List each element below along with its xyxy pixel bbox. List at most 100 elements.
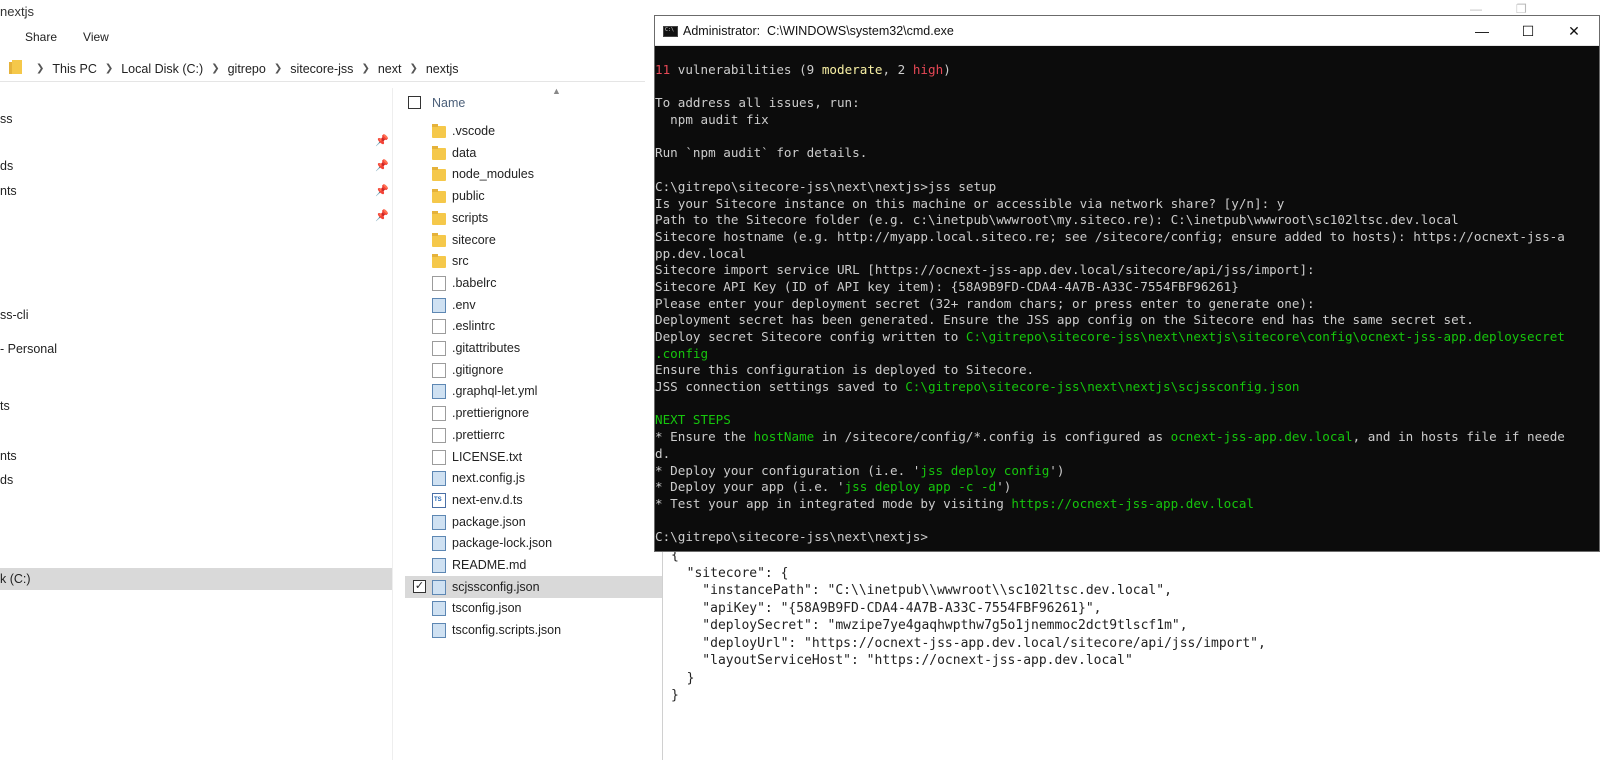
code-file-icon [432, 601, 446, 617]
nav-item-local-disk[interactable]: k (C:) [0, 568, 392, 590]
file-name: data [452, 145, 477, 160]
file-row[interactable]: src [405, 250, 670, 272]
ribbon-tab-view[interactable]: View [70, 28, 122, 48]
file-name: sitecore [452, 232, 496, 247]
chevron-right-icon[interactable]: ❯ [105, 63, 113, 74]
file-row[interactable]: node_modules [405, 163, 670, 185]
nav-item[interactable]: ss [0, 108, 392, 130]
file-row[interactable]: ✓ scjssconfig.json [405, 575, 670, 598]
nav-item[interactable]: ss-cli [0, 304, 392, 326]
pane-divider[interactable] [392, 88, 393, 760]
json-editor[interactable]: { "sitecore": { "instancePath": "C:\\ine… [662, 540, 1600, 760]
folder-icon [432, 254, 446, 269]
pin-icon[interactable]: 📌 [375, 159, 389, 172]
console-text: Deploy secret Sitecore config written to [655, 329, 966, 344]
file-row[interactable]: LICENSE.txt [405, 446, 670, 468]
file-row[interactable]: .gitattributes [405, 337, 670, 359]
breadcrumb-local-disk[interactable]: Local Disk (C:) [121, 62, 203, 76]
folder-icon [432, 167, 446, 182]
text-file-icon [432, 449, 446, 465]
ribbon-tab-share[interactable]: Share [0, 28, 70, 48]
nav-item[interactable]: ts [0, 395, 392, 417]
file-row[interactable]: .env [405, 294, 670, 316]
cmd-window[interactable]: Administrator: C:\WINDOWS\system32\cmd.e… [654, 15, 1600, 552]
breadcrumb-this-pc[interactable]: This PC [52, 62, 96, 76]
file-row[interactable]: .graphql-let.yml [405, 380, 670, 402]
file-row[interactable]: sitecore [405, 229, 670, 251]
console-text: , 2 [882, 62, 913, 77]
minimize-button[interactable]: — [1467, 20, 1497, 42]
explorer-maximize-button[interactable]: ❐ [1516, 2, 1527, 16]
file-row[interactable]: next.config.js [405, 467, 670, 489]
console-line: * Deploy your app (i.e. 'jss deploy app … [655, 479, 1600, 496]
file-row[interactable]: next-env.d.ts [405, 489, 670, 511]
nav-item[interactable]: ds [0, 155, 392, 177]
column-header-name[interactable]: Name [432, 96, 465, 110]
file-row[interactable]: .prettierrc [405, 424, 670, 446]
pin-icon[interactable]: 📌 [375, 209, 389, 222]
console-text: * Deploy your configuration (i.e. ' [655, 462, 921, 478]
json-content[interactable]: { "sitecore": { "instancePath": "C:\\ine… [671, 547, 1266, 705]
file-row[interactable]: README.md [405, 554, 670, 576]
breadcrumb-sitecore-jss[interactable]: sitecore-jss [290, 62, 353, 76]
file-name: src [452, 254, 469, 269]
file-name: scjssconfig.json [452, 579, 540, 594]
file-row[interactable]: public [405, 185, 670, 207]
chevron-right-icon[interactable]: ❯ [211, 63, 219, 74]
console-line: Is your Sitecore instance on this machin… [655, 196, 1600, 213]
navigation-pane: ss ds nts ss-cli - Personal ts nts ds k … [0, 88, 392, 760]
file-name: LICENSE.txt [452, 449, 523, 464]
pin-icon[interactable]: 📌 [375, 134, 389, 147]
maximize-button[interactable]: ☐ [1513, 20, 1543, 42]
file-row[interactable]: .babelrc [405, 272, 670, 294]
code-file-icon [432, 471, 446, 487]
cmd-titlebar[interactable]: Administrator: C:\WINDOWS\system32\cmd.e… [655, 16, 1599, 46]
nav-item[interactable]: nts [0, 180, 392, 202]
console-line: Ensure this configuration is deployed to… [655, 362, 1600, 379]
breadcrumb-gitrepo[interactable]: gitrepo [228, 62, 266, 76]
breadcrumb-nextjs[interactable]: nextjs [426, 62, 459, 76]
chevron-right-icon[interactable]: ❯ [361, 63, 369, 74]
code-file-icon [432, 558, 446, 573]
console-line: * Deploy your configuration (i.e. 'jss d… [655, 463, 1600, 480]
console-text: Sitecore import service URL [https://ocn… [655, 262, 1315, 278]
file-row[interactable]: .eslintrc [405, 315, 670, 337]
explorer-minimize-button[interactable]: — [1470, 2, 1482, 16]
console-line: 11 vulnerabilities (9 moderate, 2 high) [655, 62, 1600, 79]
nav-item[interactable]: - Personal [0, 338, 392, 360]
file-row[interactable]: data [405, 142, 670, 164]
chevron-right-icon[interactable]: ❯ [409, 63, 417, 74]
file-row[interactable]: .vscode [405, 120, 670, 142]
nav-item-label: ts [0, 399, 10, 413]
cmd-console-output[interactable]: 11 vulnerabilities (9 moderate, 2 high) T… [655, 62, 1600, 552]
console-text: C:\gitrepo\sitecore-jss\next\nextjs\scjs… [905, 379, 1300, 395]
console-text: ') [1049, 462, 1065, 478]
file-row[interactable]: tsconfig.scripts.json [405, 619, 670, 641]
pin-icon[interactable]: 📌 [375, 184, 389, 197]
file-name: .graphql-let.yml [452, 384, 538, 399]
console-text: Sitecore hostname (e.g. http://myapp.loc… [655, 228, 1565, 244]
file-row[interactable]: package-lock.json [405, 532, 670, 554]
nav-item[interactable]: nts [0, 445, 392, 467]
file-row[interactable]: .gitignore [405, 359, 670, 381]
console-text: jss deploy app -c -d [844, 479, 997, 495]
file-icon [432, 319, 446, 335]
console-text: C:\gitrepo\sitecore-jss\next\nextjs>jss … [655, 178, 997, 194]
file-row[interactable]: tsconfig.json [405, 597, 670, 619]
nav-item-label: nts [0, 449, 17, 463]
file-row[interactable]: .prettierignore [405, 402, 670, 424]
breadcrumb-next[interactable]: next [378, 62, 402, 76]
console-line: C:\gitrepo\sitecore-jss\next\nextjs>jss … [655, 179, 1600, 196]
nav-item[interactable]: ds [0, 469, 392, 491]
file-row[interactable]: scripts [405, 207, 670, 229]
address-bar[interactable]: ❯ This PC ❯ Local Disk (C:) ❯ gitrepo ❯ … [0, 56, 645, 82]
select-all-checkbox[interactable] [408, 96, 421, 109]
console-text: in /sitecore/config/*.config is configur… [814, 429, 1171, 445]
file-row[interactable]: package.json [405, 511, 670, 533]
console-text: Ensure this configuration is deployed to… [655, 362, 1035, 378]
row-checkbox[interactable]: ✓ [413, 579, 426, 593]
chevron-right-icon[interactable]: ❯ [274, 63, 282, 74]
close-button[interactable]: ✕ [1559, 20, 1589, 42]
